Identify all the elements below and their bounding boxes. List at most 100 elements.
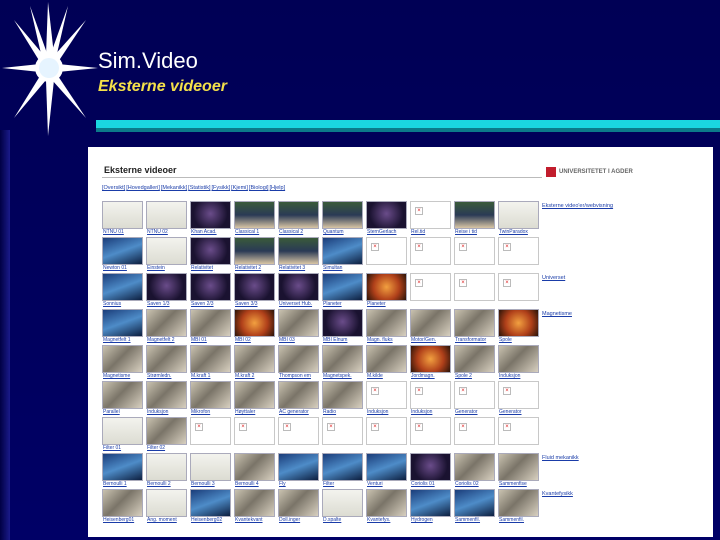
nav-link[interactable]: [Oversikt] <box>102 185 125 191</box>
video-tile[interactable]: × <box>322 417 363 453</box>
video-thumbnail[interactable] <box>146 417 187 445</box>
video-thumbnail[interactable] <box>366 309 407 337</box>
video-tile[interactable]: TwinParadox <box>498 201 539 237</box>
video-thumbnail[interactable] <box>410 453 451 481</box>
video-tile[interactable]: Reise i tid <box>454 201 495 237</box>
video-label-link[interactable]: MBI Elnum <box>323 337 366 343</box>
video-tile[interactable]: Radio <box>322 381 363 417</box>
video-thumbnail[interactable] <box>278 237 319 265</box>
video-label-link[interactable]: NTNU 01 <box>103 229 146 235</box>
video-label-link[interactable]: Magnetspek. <box>323 373 366 379</box>
video-thumbnail[interactable] <box>234 453 275 481</box>
broken-image-thumbnail[interactable]: × <box>366 381 407 409</box>
video-thumbnail[interactable] <box>498 201 539 229</box>
video-tile[interactable]: Doll.inger <box>278 489 319 525</box>
video-label-link[interactable]: Magnetfelt 1 <box>103 337 146 343</box>
video-thumbnail[interactable] <box>190 273 231 301</box>
video-thumbnail[interactable] <box>234 309 275 337</box>
video-thumbnail[interactable] <box>366 453 407 481</box>
nav-link[interactable]: [Biologi] <box>249 185 269 191</box>
video-tile[interactable]: Saven 2/3 <box>190 273 231 309</box>
broken-image-thumbnail[interactable]: × <box>498 273 539 301</box>
video-tile[interactable]: × Rel.tid <box>410 201 451 237</box>
video-tile[interactable]: × Generator <box>454 381 495 417</box>
video-tile[interactable]: Parallel <box>102 381 143 417</box>
video-thumbnail[interactable] <box>146 273 187 301</box>
video-thumbnail[interactable] <box>234 345 275 373</box>
video-thumbnail[interactable] <box>278 273 319 301</box>
video-tile[interactable]: Transformator <box>454 309 495 345</box>
video-tile[interactable]: Saven 1/3 <box>146 273 187 309</box>
section-link[interactable]: Universet <box>542 275 565 281</box>
video-thumbnail[interactable] <box>234 489 275 517</box>
video-label-link[interactable]: Ang. moment <box>147 517 190 523</box>
video-tile[interactable]: Motor/Gen. <box>410 309 451 345</box>
video-tile[interactable]: NTNU 02 <box>146 201 187 237</box>
broken-image-thumbnail[interactable]: × <box>498 381 539 409</box>
video-label-link[interactable]: Relativitet 2 <box>235 265 278 271</box>
video-tile[interactable]: SternGerlach <box>366 201 407 237</box>
video-label-link[interactable]: Motor/Gen. <box>411 337 454 343</box>
video-tile[interactable]: M.kraft 1 <box>190 345 231 381</box>
video-label-link[interactable]: Saven 1/3 <box>147 301 190 307</box>
video-tile[interactable]: Magnetfelt 2 <box>146 309 187 345</box>
video-thumbnail[interactable] <box>278 201 319 229</box>
video-tile[interactable]: Magnetspek. <box>322 345 363 381</box>
video-tile[interactable]: MBI 02 <box>234 309 275 345</box>
video-thumbnail[interactable] <box>322 453 363 481</box>
video-tile[interactable]: Simultan <box>322 237 363 273</box>
video-tile[interactable]: Filter 02 <box>146 417 187 453</box>
video-label-link[interactable]: Mikrofon <box>191 409 234 415</box>
video-label-link[interactable]: Filter <box>323 481 366 487</box>
video-thumbnail[interactable] <box>146 309 187 337</box>
video-thumbnail[interactable] <box>410 309 451 337</box>
video-tile[interactable]: Kvantekvant <box>234 489 275 525</box>
video-tile[interactable]: × Induksjon <box>410 381 451 417</box>
video-label-link[interactable]: Induksjon <box>411 409 454 415</box>
video-tile[interactable]: Quantum <box>322 201 363 237</box>
video-tile[interactable]: × <box>410 237 451 273</box>
video-label-link[interactable]: Jordmagn. <box>411 373 454 379</box>
video-label-link[interactable]: Universet Hub. <box>279 301 322 307</box>
video-tile[interactable]: Mikrofon <box>190 381 231 417</box>
video-thumbnail[interactable] <box>234 237 275 265</box>
video-tile[interactable]: D.spalte <box>322 489 363 525</box>
video-thumbnail[interactable] <box>454 309 495 337</box>
video-tile[interactable]: × <box>190 417 231 453</box>
video-thumbnail[interactable] <box>278 489 319 517</box>
video-thumbnail[interactable] <box>102 489 143 517</box>
video-tile[interactable]: Hydrogen <box>410 489 451 525</box>
video-thumbnail[interactable] <box>102 381 143 409</box>
video-thumbnail[interactable] <box>190 381 231 409</box>
video-tile[interactable]: MBI 03 <box>278 309 319 345</box>
broken-image-thumbnail[interactable]: × <box>454 417 495 445</box>
video-label-link[interactable]: Høyttaler <box>235 409 278 415</box>
video-tile[interactable]: Planeter <box>322 273 363 309</box>
video-label-link[interactable]: Sammenfil. <box>499 517 542 523</box>
video-tile[interactable]: × <box>410 417 451 453</box>
video-tile[interactable]: Jordmagn. <box>410 345 451 381</box>
video-label-link[interactable]: Sonnius <box>103 301 146 307</box>
video-label-link[interactable]: Transformator <box>455 337 498 343</box>
broken-image-thumbnail[interactable]: × <box>190 417 231 445</box>
video-thumbnail[interactable] <box>366 345 407 373</box>
video-thumbnail[interactable] <box>234 201 275 229</box>
video-tile[interactable]: × <box>410 273 451 309</box>
video-label-link[interactable]: AC generator <box>279 409 322 415</box>
broken-image-thumbnail[interactable]: × <box>410 273 451 301</box>
video-label-link[interactable]: Magn. fluks <box>367 337 410 343</box>
video-thumbnail[interactable] <box>190 237 231 265</box>
video-label-link[interactable]: Venturi <box>367 481 410 487</box>
section-link[interactable]: Magnetisme <box>542 311 572 317</box>
video-label-link[interactable]: Coriolis 01 <box>411 481 454 487</box>
video-thumbnail[interactable] <box>102 237 143 265</box>
video-tile[interactable]: Classical 1 <box>234 201 275 237</box>
video-label-link[interactable]: M.kraft 1 <box>191 373 234 379</box>
video-thumbnail[interactable] <box>322 381 363 409</box>
section-link[interactable]: Eksterne video'er/webvisning <box>542 203 613 209</box>
video-label-link[interactable]: Induksjon <box>367 409 410 415</box>
video-thumbnail[interactable] <box>410 345 451 373</box>
video-thumbnail[interactable] <box>366 273 407 301</box>
broken-image-thumbnail[interactable]: × <box>454 273 495 301</box>
video-thumbnail[interactable] <box>190 453 231 481</box>
